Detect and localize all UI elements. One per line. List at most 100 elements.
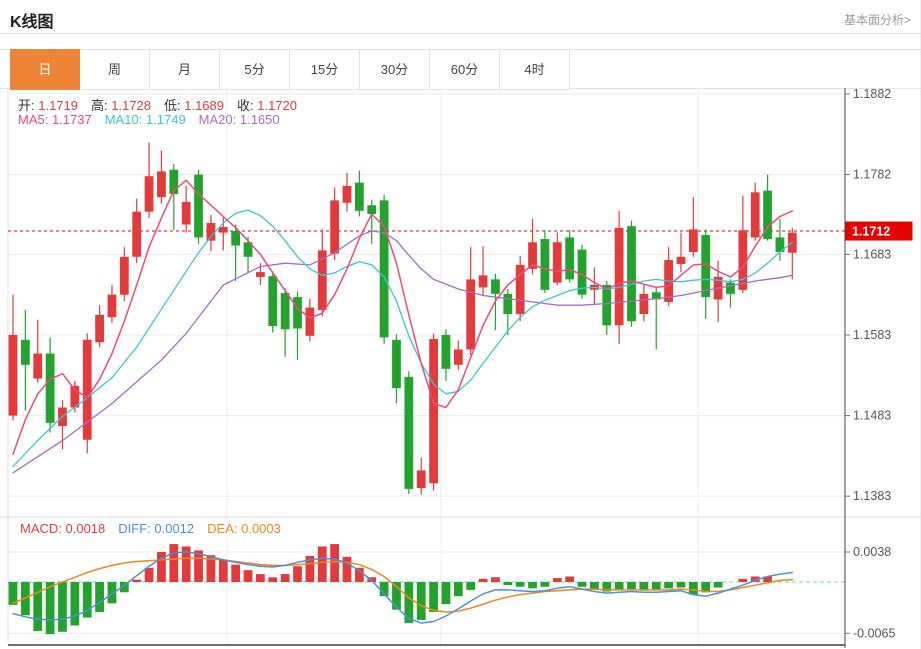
candle-body (478, 275, 488, 288)
candle-body (614, 227, 624, 326)
tab-interval-0[interactable]: 日 (10, 49, 80, 90)
macd-bar (429, 582, 438, 613)
candle-body (280, 293, 290, 330)
kline-widget: K线图 基本面分析> 日周月 5分 15分 30分 60分 4时 1.1882 1.1782… (0, 0, 921, 649)
legend-item: MA10: 1.1749 (104, 112, 186, 127)
candle-body (293, 297, 302, 329)
candle-body (429, 339, 438, 484)
candle-body (107, 294, 117, 318)
macd-bar (503, 582, 513, 586)
macd-bar (466, 582, 476, 590)
macd-bar (552, 578, 562, 582)
tick-label: 1.1583 (853, 328, 891, 342)
candle-body (602, 285, 612, 326)
legend-item: MA20: 1.1650 (198, 112, 280, 127)
candle-body (491, 279, 500, 294)
macd-bar (676, 582, 686, 588)
current-price-label: 1.1712 (852, 225, 890, 239)
kline-chart-canvas[interactable]: 1.1882 1.1782 1.1683 1.1583 1.1483 1.1383 0.00… (0, 88, 921, 648)
macd-bar (540, 582, 550, 587)
candle-body (441, 334, 451, 369)
macd-bar (738, 578, 748, 582)
macd-bar (404, 582, 414, 624)
macd-bar (293, 566, 302, 582)
tick-label: -0.0065 (853, 626, 895, 640)
legend-item: 低: 1.1689 (164, 98, 224, 113)
macd-bar (231, 564, 241, 582)
macd-bar (416, 582, 426, 620)
candle-body (379, 200, 389, 338)
fundamental-analysis-link[interactable]: 基本面分析> (844, 11, 911, 28)
macd-bar (528, 582, 537, 589)
candle-body (565, 237, 575, 280)
macd-bar (565, 576, 575, 582)
tab-interval-2[interactable]: 月 (150, 49, 220, 90)
candle-body (181, 201, 191, 225)
legend-item: DEA: 0.0003 (207, 521, 281, 536)
macd-bar (218, 559, 228, 582)
divider (0, 33, 921, 34)
candle-body (305, 307, 315, 336)
legend-item: 开: 1.1719 (18, 98, 78, 113)
tab-interval-1[interactable]: 周 (80, 49, 150, 90)
candle-body (132, 211, 142, 257)
legend-item: DIFF: 0.0012 (118, 521, 195, 536)
tick-label: 0.0038 (853, 545, 891, 559)
macd-bar (169, 544, 179, 582)
candle-body (738, 230, 748, 290)
macd-bar (453, 582, 463, 597)
candle-body (367, 205, 377, 215)
macd-legend: MACD: 0.0018 DIFF: 0.0012 DEA: 0.0003 (20, 521, 294, 536)
tick-label: 1.1483 (853, 409, 891, 423)
candle-body (20, 339, 30, 365)
tab-interval-3[interactable]: 5分 (220, 49, 290, 90)
candle-body (45, 353, 55, 423)
candle-body (552, 242, 562, 283)
candle-body (354, 182, 364, 211)
macd-bar (354, 567, 364, 582)
macd-bar (243, 570, 253, 582)
candle-body (157, 171, 166, 198)
candle-body (268, 276, 278, 327)
legend-item: MACD: 0.0018 (20, 521, 106, 536)
tab-interval-6[interactable]: 60分 (430, 49, 500, 90)
macd-bar (664, 582, 674, 589)
candle-body (503, 293, 513, 315)
macd-bar (317, 546, 327, 582)
macd-bar (688, 582, 698, 595)
candle-body (453, 349, 463, 365)
macd-bar (515, 582, 525, 587)
macd-bar (478, 578, 488, 582)
tick-label: 1.1383 (853, 489, 891, 503)
tick-label: 1.1683 (853, 247, 891, 261)
candle-body (416, 470, 426, 489)
tick-label: 1.1882 (853, 88, 891, 101)
macd-bar (614, 582, 624, 590)
candle-body (8, 334, 18, 416)
ma20-line (12, 230, 793, 474)
candle-body (206, 222, 216, 241)
candle-body (330, 200, 340, 254)
candle-body (466, 279, 476, 350)
candle-body (639, 293, 649, 315)
macd-bar (589, 582, 599, 590)
macd-bar (713, 582, 723, 588)
candle-body (95, 314, 104, 343)
candle-body (33, 353, 43, 379)
candle-body (119, 256, 129, 295)
macd-bar (330, 544, 340, 582)
candle-body (404, 376, 414, 489)
candle-body (256, 272, 265, 277)
macd-bar (268, 577, 278, 582)
macd-bar (627, 582, 636, 590)
macd-bar (95, 582, 104, 613)
tab-interval-7[interactable]: 4时 (500, 49, 570, 90)
candle-body (144, 176, 154, 212)
macd-bar (33, 582, 43, 631)
macd-bar (280, 574, 290, 582)
macd-bar (256, 574, 265, 582)
macd-bar (70, 582, 80, 626)
tab-interval-5[interactable]: 30分 (360, 49, 430, 90)
candle-body (726, 282, 735, 294)
tab-interval-4[interactable]: 15分 (290, 49, 360, 90)
